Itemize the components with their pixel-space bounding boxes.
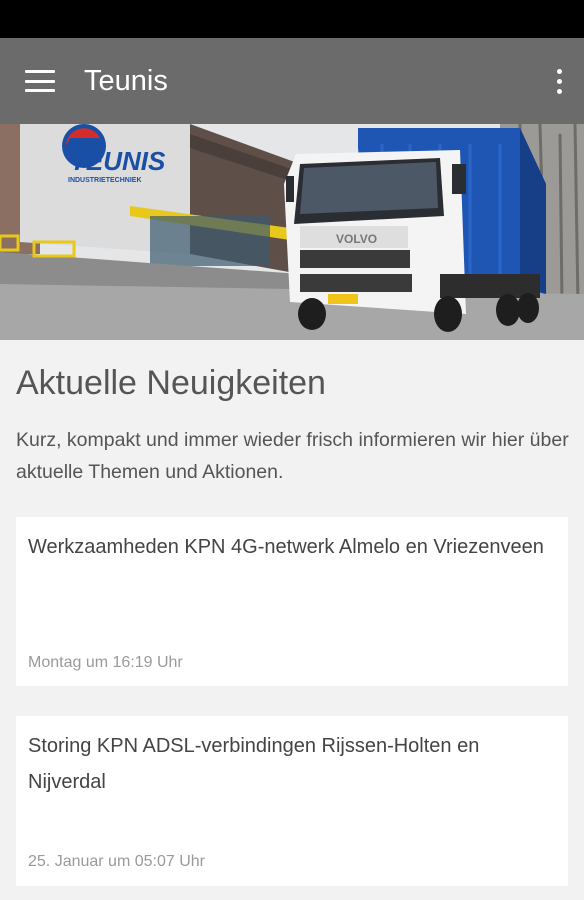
news-card[interactable]: Storing KPN ADSL-verbindingen Rijssen-Ho… xyxy=(16,716,568,886)
app-bar: Teunis xyxy=(0,38,584,124)
overflow-menu-button[interactable] xyxy=(534,38,584,124)
news-card-date: 25. Januar um 05:07 Uhr xyxy=(28,853,205,870)
news-card-title: Werkzaamheden KPN 4G-netwerk Almelo en V… xyxy=(28,536,544,558)
news-intro: Kurz, kompakt und immer wieder frisch in… xyxy=(16,429,569,483)
logo-text: TEUNIS xyxy=(70,146,166,176)
hamburger-icon xyxy=(25,70,55,92)
logo-subtext: INDUSTRIETECHNIEK xyxy=(68,177,142,184)
hero-image: TEUNIS INDUSTRIETECHNIEK VOLVO xyxy=(0,124,584,340)
menu-button[interactable] xyxy=(0,38,86,124)
status-bar xyxy=(0,0,584,38)
app-title: Teunis xyxy=(84,64,168,97)
news-card-date: Montag um 16:19 Uhr xyxy=(28,654,183,671)
truck-brand: VOLVO xyxy=(336,232,377,246)
news-card-title: Storing KPN ADSL-verbindingen Rijssen-Ho… xyxy=(28,735,480,793)
more-vert-icon xyxy=(556,68,562,94)
news-card[interactable]: Werkzaamheden KPN 4G-netwerk Almelo en V… xyxy=(16,517,568,686)
news-heading: Aktuelle Neuigkeiten xyxy=(16,364,326,402)
